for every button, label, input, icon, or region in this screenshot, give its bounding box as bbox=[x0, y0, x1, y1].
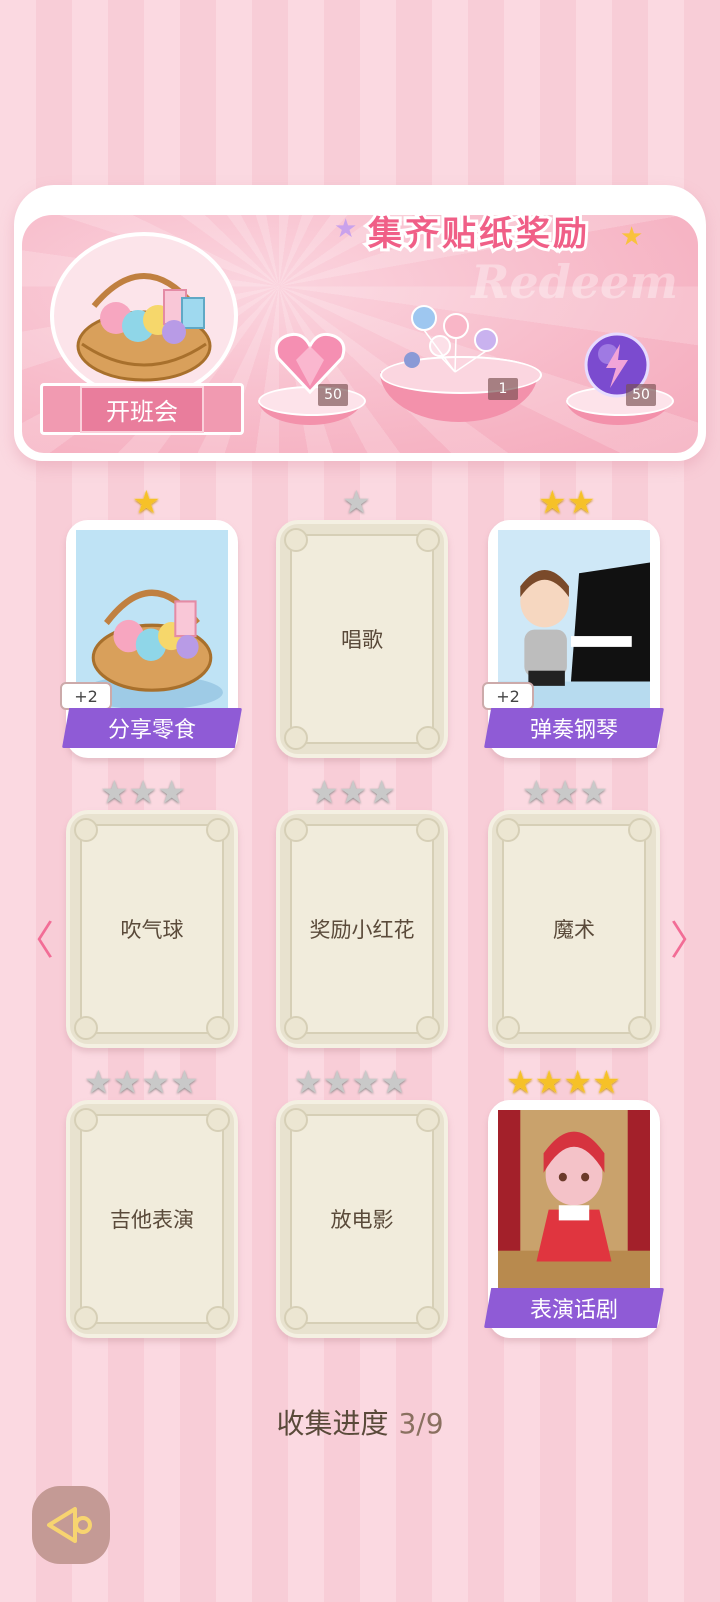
collection-progress: 收集进度 3/9 bbox=[0, 1402, 720, 1442]
bonus-tag: +2 bbox=[482, 682, 534, 710]
star-rating: ★ ★ ★ ★ bbox=[506, 1066, 621, 1098]
star-rating: ★ ★ ★ bbox=[522, 776, 608, 808]
star-rating: ★ bbox=[132, 486, 161, 518]
sticker-name: 吹气球 bbox=[120, 918, 184, 942]
sticker-name: 魔术 bbox=[553, 918, 595, 942]
sticker-card[interactable]: 唱歌 bbox=[276, 520, 448, 758]
sticker-card[interactable]: 奖励小红花 bbox=[276, 810, 448, 1048]
sticker-name: 分享零食 bbox=[62, 708, 242, 748]
star-icon: ★ bbox=[141, 1063, 171, 1101]
star-icon: ★ bbox=[334, 214, 358, 244]
star-icon: ★ bbox=[563, 1063, 593, 1101]
sticker-name: 弹奏钢琴 bbox=[484, 708, 664, 748]
sticker-card[interactable]: +2 分享零食 bbox=[60, 520, 242, 758]
reward-count: 50 bbox=[318, 384, 348, 406]
star-icon: ★ bbox=[128, 773, 158, 811]
star-icon: ★ bbox=[84, 1063, 113, 1101]
event-ribbon: 开班会 bbox=[40, 383, 244, 435]
reward-count: 50 bbox=[626, 384, 656, 406]
star-icon: ★ bbox=[310, 773, 339, 811]
star-icon: ★ bbox=[380, 1063, 409, 1101]
star-icon: ★ bbox=[566, 483, 596, 521]
star-icon: ★ bbox=[351, 1063, 381, 1101]
sticker-card[interactable]: 魔术 bbox=[488, 810, 660, 1048]
star-rating: ★ ★ ★ ★ bbox=[294, 1066, 409, 1098]
star-rating: ★ ★ ★ ★ bbox=[84, 1066, 199, 1098]
sticker-name: 奖励小红花 bbox=[309, 918, 415, 942]
star-rating: ★ ★ ★ bbox=[310, 776, 396, 808]
star-rating: ★ ★ bbox=[538, 486, 595, 518]
star-icon: ★ bbox=[592, 1063, 621, 1101]
sticker-card[interactable]: 吹气球 bbox=[66, 810, 238, 1048]
sticker-card[interactable]: 吉他表演 bbox=[66, 1100, 238, 1338]
progress-label: 收集进度 bbox=[276, 1407, 389, 1440]
star-icon: ★ bbox=[294, 1063, 323, 1101]
star-icon: ★ bbox=[538, 483, 567, 521]
star-icon: ★ bbox=[534, 1063, 564, 1101]
star-rating: ★ ★ ★ bbox=[100, 776, 186, 808]
star-icon: ★ bbox=[506, 1063, 535, 1101]
snack-basket-icon bbox=[76, 273, 212, 382]
star-icon: ★ bbox=[132, 483, 161, 521]
star-icon: ★ bbox=[550, 773, 580, 811]
reward-count: 1 bbox=[488, 378, 518, 400]
sticker-name: 唱歌 bbox=[341, 628, 383, 652]
sticker-card[interactable]: 表演话剧 bbox=[484, 1100, 664, 1338]
sticker-name: 吉他表演 bbox=[110, 1208, 194, 1232]
balloon-bundle-icon bbox=[404, 305, 498, 373]
star-rating: ★ bbox=[342, 486, 371, 518]
star-icon: ★ bbox=[112, 1063, 142, 1101]
bonus-tag: +2 bbox=[60, 682, 112, 710]
star-icon: ★ bbox=[322, 1063, 352, 1101]
back-arrow-icon bbox=[47, 1507, 92, 1543]
sticker-card[interactable]: +2 弹奏钢琴 bbox=[482, 520, 664, 758]
star-icon: ★ bbox=[342, 483, 371, 521]
banner-title: 集齐贴纸奖励 bbox=[365, 211, 590, 257]
event-badge[interactable] bbox=[50, 232, 238, 400]
star-icon: ★ bbox=[579, 773, 609, 811]
star-icon: ★ bbox=[620, 222, 644, 252]
progress-value: 3/9 bbox=[398, 1407, 444, 1440]
star-icon: ★ bbox=[170, 1063, 199, 1101]
next-page-arrow[interactable]: 〉 bbox=[670, 908, 710, 966]
star-icon: ★ bbox=[522, 773, 551, 811]
star-icon: ★ bbox=[338, 773, 368, 811]
sticker-art bbox=[498, 1110, 650, 1294]
event-name: 开班会 bbox=[80, 385, 204, 433]
sticker-card[interactable]: 放电影 bbox=[276, 1100, 448, 1338]
sticker-name: 放电影 bbox=[330, 1208, 394, 1232]
prev-page-arrow[interactable]: 〈 bbox=[14, 908, 54, 966]
back-button[interactable] bbox=[32, 1486, 110, 1564]
star-icon: ★ bbox=[367, 773, 397, 811]
star-icon: ★ bbox=[157, 773, 187, 811]
star-icon: ★ bbox=[100, 773, 129, 811]
sticker-name: 表演话剧 bbox=[484, 1288, 664, 1328]
